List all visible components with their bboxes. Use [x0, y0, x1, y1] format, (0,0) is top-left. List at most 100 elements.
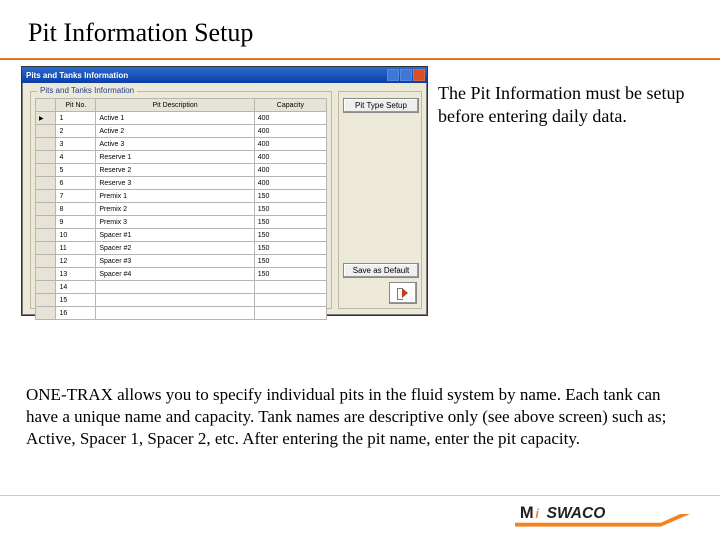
window-title-bar: Pits and Tanks Information	[22, 67, 427, 83]
table-row[interactable]: 14	[36, 281, 327, 294]
minimize-button[interactable]	[387, 69, 399, 81]
divider-bottom	[0, 495, 720, 496]
col-desc[interactable]: Pit Description	[96, 99, 254, 112]
cell-cap[interactable]: 150	[254, 255, 326, 268]
cell-desc[interactable]: Spacer #1	[96, 229, 254, 242]
col-cap[interactable]: Capacity	[254, 99, 326, 112]
cell-desc[interactable]: Premix 1	[96, 190, 254, 203]
cell-desc[interactable]	[96, 307, 254, 320]
svg-text:M: M	[520, 503, 534, 522]
table-row[interactable]: 16	[36, 307, 327, 320]
cell-cap[interactable]: 400	[254, 138, 326, 151]
row-selector[interactable]	[36, 216, 56, 229]
cell-desc[interactable]: Active 2	[96, 125, 254, 138]
table-row[interactable]: 6Reserve 3400	[36, 177, 327, 190]
cell-pitno[interactable]: 4	[56, 151, 96, 164]
cell-pitno[interactable]: 9	[56, 216, 96, 229]
cell-cap[interactable]	[254, 307, 326, 320]
cell-desc[interactable]: Premix 3	[96, 216, 254, 229]
cell-cap[interactable]: 150	[254, 190, 326, 203]
cell-pitno[interactable]: 13	[56, 268, 96, 281]
table-row[interactable]: 7Premix 1150	[36, 190, 327, 203]
row-selector[interactable]	[36, 112, 56, 125]
save-as-default-button[interactable]: Save as Default	[343, 263, 419, 278]
cell-pitno[interactable]: 10	[56, 229, 96, 242]
svg-text:SWACO: SWACO	[547, 505, 606, 522]
table-row[interactable]: 11Spacer #2150	[36, 242, 327, 255]
row-selector[interactable]	[36, 125, 56, 138]
row-selector[interactable]	[36, 255, 56, 268]
pits-table[interactable]: Pit No. Pit Description Capacity 1Active…	[35, 98, 327, 320]
exit-button[interactable]	[389, 282, 417, 304]
pits-groupbox: Pits and Tanks Information Pit No. Pit D…	[30, 91, 332, 309]
cell-desc[interactable]: Reserve 1	[96, 151, 254, 164]
cell-pitno[interactable]: 5	[56, 164, 96, 177]
cell-cap[interactable]: 150	[254, 242, 326, 255]
row-selector[interactable]	[36, 151, 56, 164]
cell-desc[interactable]: Spacer #3	[96, 255, 254, 268]
cell-pitno[interactable]: 6	[56, 177, 96, 190]
row-selector[interactable]	[36, 242, 56, 255]
cell-pitno[interactable]: 2	[56, 125, 96, 138]
cell-desc[interactable]: Spacer #4	[96, 268, 254, 281]
cell-cap[interactable]	[254, 294, 326, 307]
cell-cap[interactable]	[254, 281, 326, 294]
cell-pitno[interactable]: 3	[56, 138, 96, 151]
cell-cap[interactable]: 150	[254, 268, 326, 281]
table-row[interactable]: 4Reserve 1400	[36, 151, 327, 164]
row-selector[interactable]	[36, 229, 56, 242]
table-row[interactable]: 8Premix 2150	[36, 203, 327, 216]
cell-desc[interactable]: Reserve 2	[96, 164, 254, 177]
cell-pitno[interactable]: 1	[56, 112, 96, 125]
cell-desc[interactable]: Premix 2	[96, 203, 254, 216]
col-pitno[interactable]: Pit No.	[56, 99, 96, 112]
divider-top	[0, 58, 720, 60]
cell-pitno[interactable]: 12	[56, 255, 96, 268]
table-row[interactable]: 2Active 2400	[36, 125, 327, 138]
table-row[interactable]: 5Reserve 2400	[36, 164, 327, 177]
row-selector[interactable]	[36, 203, 56, 216]
cell-cap[interactable]: 400	[254, 112, 326, 125]
row-selector[interactable]	[36, 190, 56, 203]
table-row[interactable]: 10Spacer #1150	[36, 229, 327, 242]
row-selector[interactable]	[36, 177, 56, 190]
row-selector[interactable]	[36, 294, 56, 307]
cell-pitno[interactable]: 8	[56, 203, 96, 216]
close-button[interactable]	[413, 69, 425, 81]
cell-pitno[interactable]: 11	[56, 242, 96, 255]
cell-cap[interactable]: 400	[254, 177, 326, 190]
table-row[interactable]: 13Spacer #4150	[36, 268, 327, 281]
cell-cap[interactable]: 150	[254, 203, 326, 216]
groupbox-title: Pits and Tanks Information	[37, 86, 137, 95]
table-row[interactable]: 15	[36, 294, 327, 307]
page-title: Pit Information Setup	[0, 0, 720, 58]
row-selector[interactable]	[36, 307, 56, 320]
table-row[interactable]: 12Spacer #3150	[36, 255, 327, 268]
row-selector[interactable]	[36, 164, 56, 177]
callout-text: The Pit Information must be setup before…	[438, 82, 686, 127]
cell-cap[interactable]: 400	[254, 125, 326, 138]
pit-type-setup-button[interactable]: Pit Type Setup	[343, 98, 419, 113]
row-selector[interactable]	[36, 268, 56, 281]
table-row[interactable]: 9Premix 3150	[36, 216, 327, 229]
app-window: Pits and Tanks Information Pits and Tank…	[21, 66, 428, 316]
cell-desc[interactable]: Active 1	[96, 112, 254, 125]
cell-desc[interactable]: Reserve 3	[96, 177, 254, 190]
maximize-button[interactable]	[400, 69, 412, 81]
cell-desc[interactable]	[96, 294, 254, 307]
cell-cap[interactable]: 400	[254, 164, 326, 177]
cell-pitno[interactable]: 14	[56, 281, 96, 294]
cell-cap[interactable]: 400	[254, 151, 326, 164]
table-row[interactable]: 3Active 3400	[36, 138, 327, 151]
cell-pitno[interactable]: 15	[56, 294, 96, 307]
cell-desc[interactable]	[96, 281, 254, 294]
cell-pitno[interactable]: 7	[56, 190, 96, 203]
cell-pitno[interactable]: 16	[56, 307, 96, 320]
table-row[interactable]: 1Active 1400	[36, 112, 327, 125]
cell-desc[interactable]: Active 3	[96, 138, 254, 151]
cell-cap[interactable]: 150	[254, 216, 326, 229]
row-selector[interactable]	[36, 281, 56, 294]
cell-desc[interactable]: Spacer #2	[96, 242, 254, 255]
row-selector[interactable]	[36, 138, 56, 151]
cell-cap[interactable]: 150	[254, 229, 326, 242]
